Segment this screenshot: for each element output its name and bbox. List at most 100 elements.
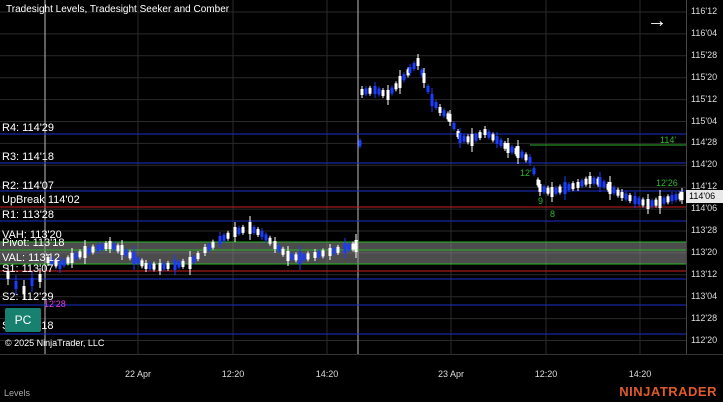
- candle-body: [458, 133, 462, 143]
- candle-body: [487, 131, 491, 138]
- candle-body: [554, 187, 558, 194]
- arrow-right-icon[interactable]: →: [644, 8, 670, 34]
- candle-body: [162, 263, 166, 270]
- level-pivot: Pivot: 113'18: [2, 237, 65, 249]
- annotation-magenta: 12'28: [44, 299, 66, 309]
- annotation-green: 8: [550, 209, 556, 219]
- level-r1: R1: 113'28: [2, 209, 55, 221]
- candle-body: [211, 241, 215, 248]
- candle-body: [290, 253, 294, 260]
- candle-body: [226, 232, 230, 239]
- chart-plot-area[interactable]: Tradesight Levels, Tradesight Seeker and…: [0, 0, 686, 354]
- candle-body: [438, 107, 442, 113]
- candle-body: [567, 184, 571, 191]
- candle-body: [70, 253, 74, 263]
- level-upbreak: UpBreak 114'02: [2, 194, 80, 206]
- y-tick-label: 113'20: [691, 246, 718, 257]
- x-tick-label: 14:20: [628, 369, 652, 379]
- candle-body: [336, 246, 340, 253]
- candle-body: [368, 87, 372, 94]
- candle-body: [306, 253, 310, 260]
- tab-levels[interactable]: Levels: [4, 388, 30, 398]
- candle-body: [62, 259, 66, 266]
- x-tick-label: 14:20: [315, 369, 339, 379]
- candle-body: [516, 146, 520, 158]
- candle-body: [30, 278, 34, 286]
- candle-body: [532, 168, 536, 175]
- candle-body: [398, 76, 402, 88]
- y-tick-label: 115'28: [691, 49, 718, 60]
- y-tick-label: 113'12: [691, 268, 718, 279]
- candle-body: [222, 234, 226, 241]
- candle-body: [524, 154, 528, 161]
- candle-body: [332, 247, 336, 254]
- candle-body: [83, 246, 87, 258]
- candle-body: [478, 132, 482, 139]
- candle-body: [550, 187, 554, 197]
- candle-body: [277, 245, 281, 252]
- candle-body: [633, 196, 637, 204]
- candle-body: [402, 74, 406, 81]
- level-r3: R3: 114'18: [2, 151, 55, 163]
- candle-body: [317, 251, 321, 258]
- footer-bar: Levels NINJATRADER: [0, 384, 723, 402]
- y-tick-label: 115'04: [691, 115, 718, 126]
- candle-body: [158, 263, 162, 271]
- candle-body: [602, 181, 606, 188]
- candle-body: [347, 244, 351, 251]
- y-tick-label: 112'28: [691, 312, 718, 323]
- candle-body: [666, 196, 670, 203]
- candle-body: [358, 140, 362, 147]
- candle-body: [74, 253, 78, 260]
- candle-body: [650, 200, 654, 207]
- candle-body: [241, 226, 245, 233]
- candle-body: [588, 176, 592, 184]
- time-axis[interactable]: 22 Apr 12:20 14:20 23 Apr 12:20 14:20: [0, 354, 723, 385]
- annotation-green: 12'26: [656, 178, 678, 188]
- candle-body: [302, 254, 306, 261]
- candle-body: [124, 249, 128, 256]
- candle-body: [66, 257, 70, 264]
- candle-body: [91, 246, 95, 253]
- candle-body: [381, 90, 385, 97]
- candle-body: [408, 67, 412, 73]
- y-tick-label: 114'20: [691, 159, 718, 170]
- candle-body: [192, 256, 196, 263]
- candle-body: [646, 199, 650, 209]
- candle-body: [281, 248, 285, 255]
- candle-body: [412, 63, 416, 69]
- candle-body: [470, 134, 474, 146]
- annotation-green: 114': [660, 135, 677, 145]
- candle-body: [434, 102, 438, 108]
- candle-body: [495, 136, 499, 144]
- candle-body: [148, 263, 152, 270]
- candle-body: [491, 134, 495, 141]
- price-axis[interactable]: 116'12 116'04 115'28 115'20 115'12 115'04 114'…: [686, 0, 723, 366]
- candle-body: [592, 177, 596, 184]
- x-tick-label: 23 Apr: [437, 369, 465, 379]
- candle-body: [264, 234, 268, 241]
- candle-body: [196, 253, 200, 260]
- pc-button[interactable]: PC: [5, 308, 41, 332]
- candle-body: [624, 193, 628, 200]
- candle-body: [351, 243, 355, 250]
- candle-body: [503, 142, 507, 149]
- candle-body: [260, 231, 264, 237]
- candle-body: [580, 180, 584, 187]
- candle-body: [354, 240, 358, 252]
- candle-body: [173, 260, 177, 270]
- candle-body: [386, 90, 390, 100]
- level-r2: R2: 114'07: [2, 180, 55, 192]
- candle-body: [394, 83, 398, 90]
- candle-body: [390, 87, 394, 94]
- candle-body: [576, 182, 580, 188]
- candle-body: [542, 186, 546, 193]
- x-tick-label: 12:20: [221, 369, 245, 379]
- candle-body: [256, 229, 260, 235]
- candle-body: [268, 237, 272, 244]
- copyright-text: © 2025 NinjaTrader, LLC: [5, 338, 105, 348]
- candle-body: [466, 136, 470, 143]
- candle-body: [670, 195, 674, 201]
- candle-body: [144, 263, 148, 269]
- candle-body: [252, 227, 256, 233]
